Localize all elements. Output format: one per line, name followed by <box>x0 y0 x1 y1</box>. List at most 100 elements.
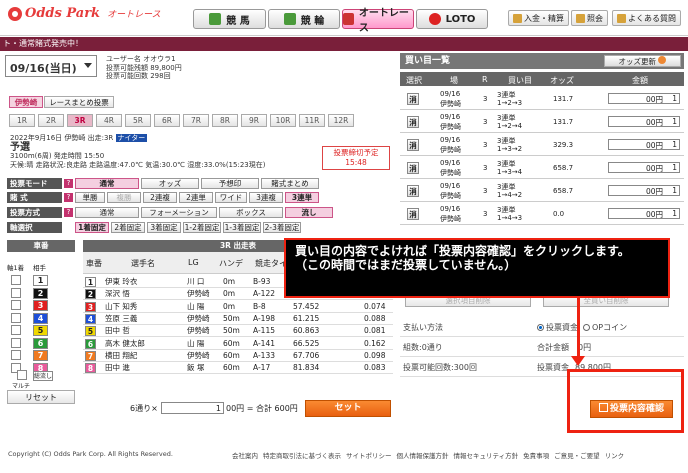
race-button-5R[interactable]: 5R <box>125 114 151 127</box>
car-number-badge[interactable]: 5 <box>33 325 48 336</box>
footer-link[interactable]: ご意見・ご要望 <box>554 450 600 460</box>
method-normal[interactable]: 通常 <box>75 207 139 218</box>
racer-name[interactable]: 高木 健太郎 <box>105 338 145 350</box>
axis-1[interactable]: 2着固定 <box>111 222 145 233</box>
amount-input[interactable]: 1 <box>608 116 680 127</box>
first-place-checkbox[interactable] <box>11 350 21 360</box>
bet-3renpuku[interactable]: 3連複 <box>249 192 283 203</box>
deposit-button[interactable]: 入金・精算 <box>508 10 569 26</box>
table-row: 5 田中 哲 伊勢崎 50m A-115 60.863 0.081 <box>83 325 393 338</box>
race-button-12R[interactable]: 12R <box>328 114 354 127</box>
delete-row-button[interactable]: 消 <box>407 208 419 220</box>
car-number: 5 <box>85 326 96 337</box>
race-button-7R[interactable]: 7R <box>183 114 209 127</box>
delete-row-button[interactable]: 消 <box>407 139 419 151</box>
amount-input[interactable]: 1 <box>608 208 680 219</box>
tab-keiba[interactable]: 競 馬 <box>193 9 266 29</box>
bet-tansho[interactable]: 単勝 <box>75 192 105 203</box>
car-number-badge[interactable]: 2 <box>33 287 48 299</box>
amount-input[interactable]: 1 <box>608 93 680 104</box>
footer-link[interactable]: 免責事項 <box>523 450 549 460</box>
racer-name[interactable]: 田中 哲 <box>105 325 130 337</box>
axis-4[interactable]: 1-3着固定 <box>223 222 261 233</box>
mode-normal[interactable]: 通常 <box>75 178 139 189</box>
racer-name[interactable]: 山下 知秀 <box>105 301 137 313</box>
bet-2renpuku[interactable]: 2連複 <box>143 192 177 203</box>
bet-3rentan[interactable]: 3連単 <box>285 192 319 203</box>
help-icon[interactable]: ? <box>64 193 73 202</box>
race-button-4R[interactable]: 4R <box>96 114 122 127</box>
first-place-checkbox[interactable] <box>11 312 21 323</box>
race-button-11R[interactable]: 11R <box>299 114 325 127</box>
date-select[interactable]: 09/16(当日) <box>5 55 97 77</box>
race-button-9R[interactable]: 9R <box>241 114 267 127</box>
payment-fund-option[interactable]: 投票資金 <box>537 318 578 337</box>
odds-park-logo[interactable]: Odds Park オートレース <box>8 6 161 21</box>
help-icon[interactable]: ? <box>64 208 73 217</box>
delete-row-button[interactable]: 消 <box>407 116 419 128</box>
footer-link[interactable]: サイトポリシー <box>346 450 392 460</box>
footer-link[interactable]: 個人情報保護方針 <box>397 450 449 460</box>
inquiry-button[interactable]: 照会 <box>571 10 608 26</box>
bet-wide[interactable]: ワイド <box>215 192 247 203</box>
delete-row-button[interactable]: 消 <box>407 162 419 174</box>
first-place-checkbox[interactable] <box>11 287 21 298</box>
race-button-3R[interactable]: 3R <box>67 114 93 127</box>
method-nagashi[interactable]: 流し <box>285 207 333 218</box>
tab-keirin[interactable]: 競 輪 <box>268 9 340 29</box>
venue-tab-isesaki[interactable]: 伊勢崎 <box>9 96 43 108</box>
delete-row-button[interactable]: 消 <box>407 185 419 197</box>
amount-input[interactable]: 1 <box>608 162 680 173</box>
race-button-10R[interactable]: 10R <box>270 114 296 127</box>
set-button[interactable]: セット <box>305 400 391 417</box>
payment-coin-option[interactable]: OPコイン <box>583 318 627 337</box>
mode-summary[interactable]: 賭式まとめ <box>261 178 319 189</box>
amount-input[interactable]: 1 <box>608 139 680 150</box>
first-place-checkbox[interactable] <box>11 325 21 335</box>
bet-amount-input[interactable]: 1 <box>161 402 224 414</box>
help-icon[interactable]: ? <box>64 179 73 188</box>
racer-name[interactable]: 横田 翔紀 <box>105 350 137 362</box>
tab-loto[interactable]: LOTO <box>416 9 488 29</box>
car-number-badge[interactable]: 7 <box>33 350 48 361</box>
car-number-badge[interactable]: 4 <box>33 312 48 324</box>
faq-button[interactable]: よくある質問 <box>612 10 681 26</box>
reset-button[interactable]: リセット <box>7 390 75 404</box>
method-formation[interactable]: フォーメーション <box>141 207 217 218</box>
delete-row-button[interactable]: 消 <box>407 93 419 105</box>
multi-checkbox[interactable] <box>17 370 27 380</box>
mode-odds[interactable]: オッズ <box>141 178 199 189</box>
footer-link[interactable]: 情報セキュリティ方針 <box>454 450 519 460</box>
footer-link[interactable]: 会社案内 <box>232 450 258 460</box>
footer-link[interactable]: リンク <box>605 450 625 460</box>
all-nagashi-button[interactable]: 総流し <box>33 371 53 381</box>
race-button-2R[interactable]: 2R <box>38 114 64 127</box>
tab-autorace[interactable]: オートレース <box>342 8 414 34</box>
first-place-checkbox[interactable] <box>11 300 21 310</box>
racer-name[interactable]: 深沢 悟 <box>105 288 130 300</box>
car-number-badge[interactable]: 6 <box>33 337 48 349</box>
axis-3[interactable]: 1-2着固定 <box>183 222 221 233</box>
race-button-1R[interactable]: 1R <box>9 114 35 127</box>
bet-2rentan[interactable]: 2連単 <box>179 192 213 203</box>
racer-name[interactable]: 田中 進 <box>105 362 130 374</box>
race-button-8R[interactable]: 8R <box>212 114 238 127</box>
car-number-badge[interactable]: 3 <box>33 300 48 311</box>
racer-name[interactable]: 笠原 三義 <box>105 313 137 325</box>
amount-input[interactable]: 1 <box>608 185 680 196</box>
axis-0[interactable]: 1着固定 <box>75 222 109 233</box>
footer-link[interactable]: 特定商取引法に基づく表示 <box>263 450 341 460</box>
odds-update-button[interactable]: オッズ更新 <box>604 55 681 67</box>
first-place-checkbox[interactable] <box>11 275 21 285</box>
racer-name[interactable]: 伊東 玲衣 <box>105 276 137 288</box>
race-button-6R[interactable]: 6R <box>154 114 180 127</box>
bet-fukusho[interactable]: 複勝 <box>107 192 141 203</box>
venue-tab-summary[interactable]: レースまとめ投票 <box>44 96 114 108</box>
first-place-checkbox[interactable] <box>11 337 21 348</box>
axis-5[interactable]: 2-3着固定 <box>263 222 301 233</box>
date-value: 09/16(当日) <box>10 62 77 75</box>
car-number-badge[interactable]: 1 <box>33 275 48 286</box>
mode-prediction[interactable]: 予想印 <box>201 178 259 189</box>
axis-2[interactable]: 3着固定 <box>147 222 181 233</box>
method-box[interactable]: ボックス <box>219 207 283 218</box>
